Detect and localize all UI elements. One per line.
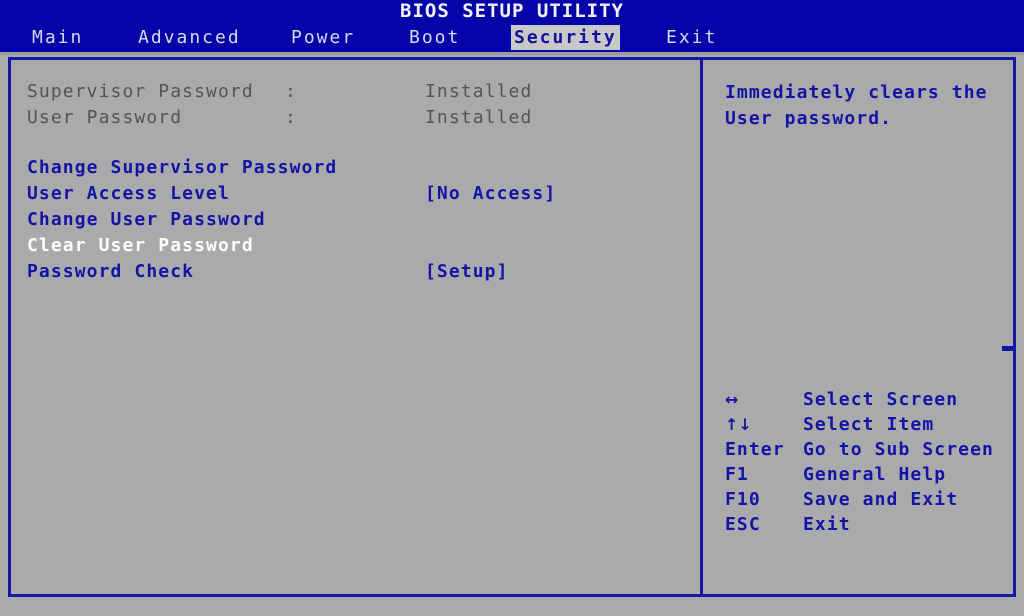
legend-label-go-to-sub-screen: Go to Sub Screen (803, 439, 994, 460)
supervisor-password-colon: : (285, 81, 297, 102)
header-divider (0, 52, 1024, 55)
clear-user-password-label[interactable]: Clear User Password (27, 233, 254, 259)
user-password-colon: : (285, 107, 297, 128)
legend-row-save-and-exit: F10 Save and Exit (703, 487, 1013, 512)
password-check-value[interactable]: [Setup] (425, 259, 509, 285)
tab-main[interactable]: Main (29, 25, 86, 50)
supervisor-password-value: Installed (425, 81, 533, 102)
legend-row-go-to-sub-screen: Enter Go to Sub Screen (703, 437, 1013, 462)
legend-label-general-help: General Help (803, 464, 947, 485)
change-user-password-label[interactable]: Change User Password (27, 207, 266, 233)
legend-label-select-screen: Select Screen (803, 389, 959, 410)
legend-label-exit: Exit (803, 514, 851, 535)
legend-row-select-item: ↑↓ Select Item (703, 412, 1013, 437)
legend-label-select-item: Select Item (803, 414, 935, 435)
legend-row-select-screen: ↔ Select Screen (703, 387, 1013, 412)
esc-key-label: ESC (725, 514, 761, 535)
legend-row-exit: ESC Exit (703, 512, 1013, 537)
supervisor-password-label: Supervisor Password (27, 81, 254, 102)
enter-key-label: Enter (725, 439, 785, 460)
minus-icon (1002, 346, 1016, 351)
password-check-label[interactable]: Password Check (27, 259, 194, 285)
left-right-arrow-icon: ↔ (725, 390, 739, 409)
main-menu-bar: Main Advanced Power Boot Security Exit (0, 25, 1024, 52)
legend-label-save-and-exit: Save and Exit (803, 489, 959, 510)
tab-advanced[interactable]: Advanced (135, 25, 244, 50)
tab-boot[interactable]: Boot (406, 25, 463, 50)
header-bar: BIOS SETUP UTILITY Main Advanced Power B… (0, 0, 1024, 52)
bios-setup-screen: BIOS SETUP UTILITY Main Advanced Power B… (0, 0, 1024, 616)
f10-key-label: F10 (725, 489, 761, 510)
legend-row-general-help: F1 General Help (703, 462, 1013, 487)
up-down-arrow-icon: ↑↓ (725, 415, 752, 434)
content-frame: Supervisor Password : Installed User Pas… (8, 57, 1016, 597)
user-access-level-label[interactable]: User Access Level (27, 181, 230, 207)
tab-security[interactable]: Security (511, 25, 620, 50)
settings-panel: Supervisor Password : Installed User Pas… (11, 60, 700, 594)
help-description: Immediately clears the User password. (725, 82, 988, 129)
f1-key-label: F1 (725, 464, 749, 485)
tab-exit[interactable]: Exit (663, 25, 720, 50)
help-panel: Immediately clears the User password. ↔ … (703, 60, 1016, 594)
user-access-level-value[interactable]: [No Access] (425, 181, 556, 207)
change-supervisor-password-label[interactable]: Change Supervisor Password (27, 155, 337, 181)
tab-power[interactable]: Power (288, 25, 358, 50)
user-password-value: Installed (425, 107, 533, 128)
key-legend: ↔ Select Screen ↑↓ Select Item Enter Go … (703, 387, 1013, 537)
user-password-label: User Password (27, 107, 183, 128)
page-title: BIOS SETUP UTILITY (400, 0, 624, 22)
